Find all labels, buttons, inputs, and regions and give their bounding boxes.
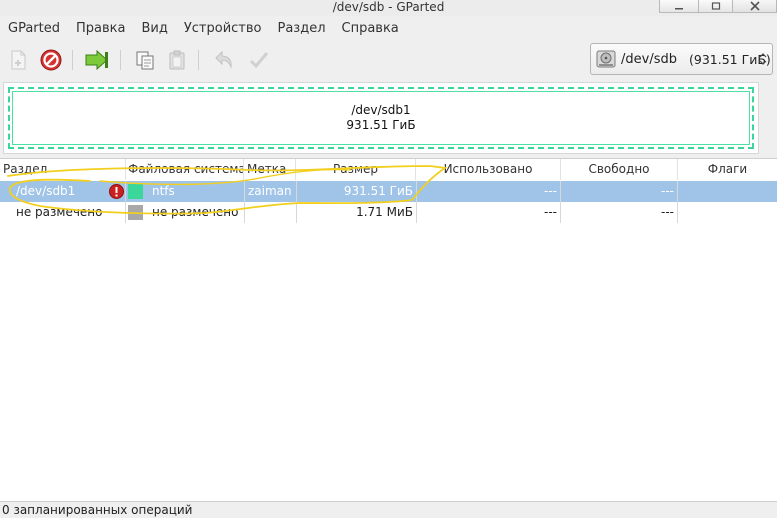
- copy-icon: [136, 51, 154, 70]
- menu-view[interactable]: Вид: [133, 18, 175, 40]
- table-row[interactable]: не размечено не размечено 1.71 МиБ --- -…: [0, 202, 777, 223]
- status-text: 0 запланированных операций: [2, 503, 193, 517]
- header-size[interactable]: Размер: [296, 159, 416, 180]
- column-separator: [677, 202, 678, 223]
- device-selector[interactable]: /dev/sdb (931.51 ГиБ): [590, 43, 773, 75]
- cell-size: 1.71 МиБ: [356, 205, 413, 219]
- apply-icon: [249, 52, 269, 69]
- header-label[interactable]: Метка: [244, 159, 296, 180]
- maximize-icon: [711, 2, 720, 10]
- menu-edit[interactable]: Правка: [68, 18, 133, 40]
- menu-gparted[interactable]: GParted: [0, 18, 68, 40]
- cell-partition: не размечено: [16, 205, 103, 219]
- partition-table: Раздел Файловая система Метка Размер Исп…: [0, 158, 777, 502]
- device-name: /dev/sdb: [621, 51, 677, 67]
- paste-button[interactable]: [164, 47, 190, 73]
- column-separator: [125, 181, 126, 202]
- toolbar-separator: [120, 50, 121, 70]
- header-free[interactable]: Свободно: [561, 159, 678, 180]
- toolbar-separator: [198, 50, 199, 70]
- new-partition-icon: [11, 50, 26, 70]
- disk-map-partition-name: /dev/sdb1: [351, 103, 411, 117]
- header-partition[interactable]: Раздел: [0, 159, 126, 180]
- cell-used: ---: [544, 184, 557, 198]
- column-separator: [677, 181, 678, 202]
- cell-label: zaiman: [248, 184, 292, 198]
- header-used[interactable]: Использовано: [416, 159, 561, 180]
- cell-filesystem: ntfs: [152, 184, 175, 198]
- cell-size: 931.51 ГиБ: [343, 184, 413, 198]
- table-header: Раздел Файловая система Метка Размер Исп…: [0, 159, 777, 180]
- undo-icon: [215, 50, 232, 69]
- toolbar-separator: [72, 50, 73, 70]
- disk-map: /dev/sdb1 931.51 ГиБ: [3, 82, 759, 154]
- menu-bar: GParted Правка Вид Устройство Раздел Спр…: [0, 18, 777, 40]
- resize-move-button[interactable]: [84, 47, 110, 73]
- menu-help[interactable]: Справка: [334, 18, 407, 40]
- cell-partition: /dev/sdb1: [16, 184, 76, 198]
- status-bar: 0 запланированных операций: [0, 501, 777, 518]
- disk-map-partition-inner: /dev/sdb1 931.51 ГиБ: [12, 91, 750, 145]
- copy-button[interactable]: [132, 47, 158, 73]
- paste-icon: [169, 50, 185, 70]
- gparted-window: /dev/sdb - GParted GParted Правка Вид Ус…: [0, 0, 777, 518]
- delete-icon: [40, 49, 62, 71]
- filesystem-color-swatch: [128, 205, 143, 220]
- column-separator: [244, 202, 245, 223]
- minimize-icon: [675, 8, 683, 10]
- apply-button[interactable]: [246, 47, 272, 73]
- filesystem-color-swatch: [128, 184, 143, 199]
- delete-button[interactable]: [38, 47, 64, 73]
- hard-drive-icon: [596, 50, 616, 68]
- warning-icon: [109, 184, 124, 199]
- table-row[interactable]: /dev/sdb1 ntfs zaiman 931.51 ГиБ --- ---: [0, 181, 777, 202]
- disk-map-partition[interactable]: /dev/sdb1 931.51 ГиБ: [8, 87, 754, 149]
- minimize-button[interactable]: [659, 0, 699, 13]
- menu-device[interactable]: Устройство: [176, 18, 270, 40]
- menu-partition[interactable]: Раздел: [269, 18, 333, 40]
- resize-move-icon: [85, 49, 108, 71]
- title-bar: /dev/sdb - GParted: [0, 0, 777, 16]
- cell-free: ---: [661, 184, 674, 198]
- cell-free: ---: [661, 205, 674, 219]
- cell-used: ---: [544, 205, 557, 219]
- dropdown-arrows-icon: [759, 53, 767, 65]
- close-button[interactable]: [732, 0, 777, 13]
- column-separator: [125, 202, 126, 223]
- column-separator: [244, 181, 245, 202]
- maximize-button[interactable]: [698, 0, 733, 13]
- cell-filesystem: не размечено: [152, 205, 239, 219]
- undo-button[interactable]: [210, 47, 236, 73]
- disk-map-partition-size: 931.51 ГиБ: [346, 118, 416, 132]
- new-partition-button[interactable]: [6, 47, 32, 73]
- header-flags[interactable]: Флаги: [678, 159, 777, 180]
- close-icon: [749, 1, 760, 11]
- header-filesystem[interactable]: Файловая система: [126, 159, 244, 180]
